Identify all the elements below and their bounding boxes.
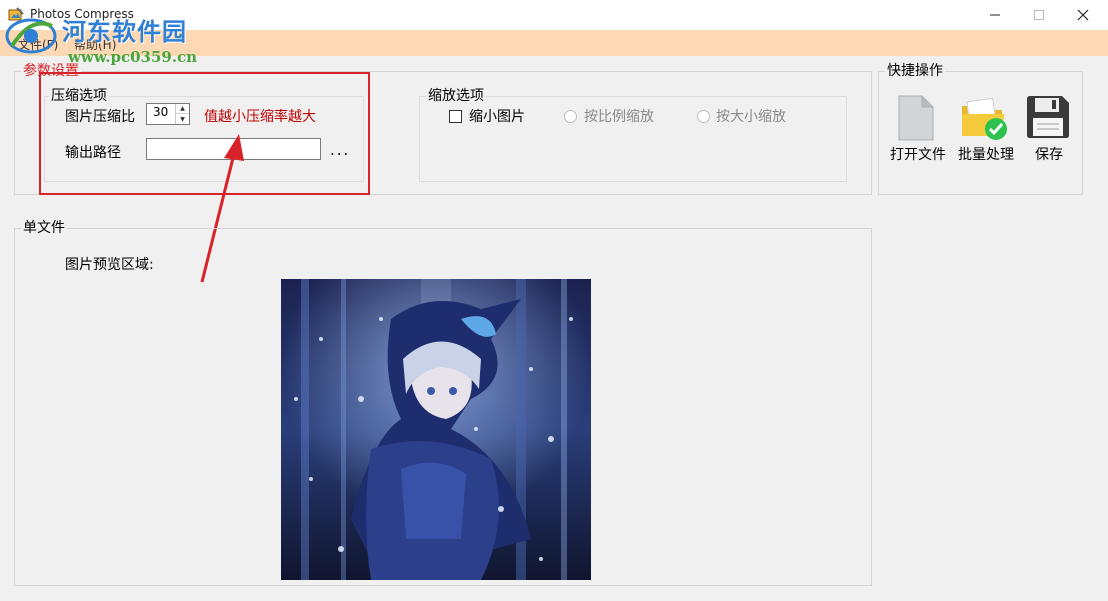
watermark-logo: [5, 18, 57, 54]
minimize-button[interactable]: [972, 0, 1018, 30]
preview-label: 图片预览区域:: [65, 257, 154, 273]
close-icon: [1077, 9, 1089, 21]
open-file-button[interactable]: 打开文件: [886, 92, 948, 168]
anime-illustration: [281, 279, 591, 580]
maximize-icon: [1034, 10, 1044, 20]
maximize-button[interactable]: [1016, 0, 1062, 30]
batch-process-label: 批量处理: [958, 147, 1014, 163]
preview-image: [281, 279, 591, 580]
scale-by-ratio-label: 按比例缩放: [584, 109, 654, 125]
scale-by-ratio-radio[interactable]: [564, 110, 577, 123]
open-file-label: 打开文件: [890, 147, 946, 163]
save-button[interactable]: 保存: [1022, 92, 1076, 168]
scale-by-size-label: 按大小缩放: [716, 109, 786, 125]
watermark-site-name: 河东软件园: [62, 17, 187, 46]
batch-process-button[interactable]: 批量处理: [956, 92, 1018, 168]
scale-by-size-radio[interactable]: [697, 110, 710, 123]
folder-check-icon: [962, 97, 1007, 140]
single-file-title: 单文件: [21, 219, 67, 237]
shrink-label: 缩小图片: [469, 109, 525, 125]
floppy-disk-icon: [1027, 96, 1069, 138]
scale-options-title: 缩放选项: [426, 87, 486, 105]
quick-actions-title: 快捷操作: [885, 62, 945, 80]
watermark-site-url: www.pc0359.cn: [68, 48, 198, 66]
document-icon: [898, 95, 934, 141]
shrink-checkbox[interactable]: [449, 110, 462, 123]
minimize-icon: [990, 14, 1000, 16]
close-button[interactable]: [1060, 0, 1106, 30]
save-label: 保存: [1035, 147, 1063, 163]
